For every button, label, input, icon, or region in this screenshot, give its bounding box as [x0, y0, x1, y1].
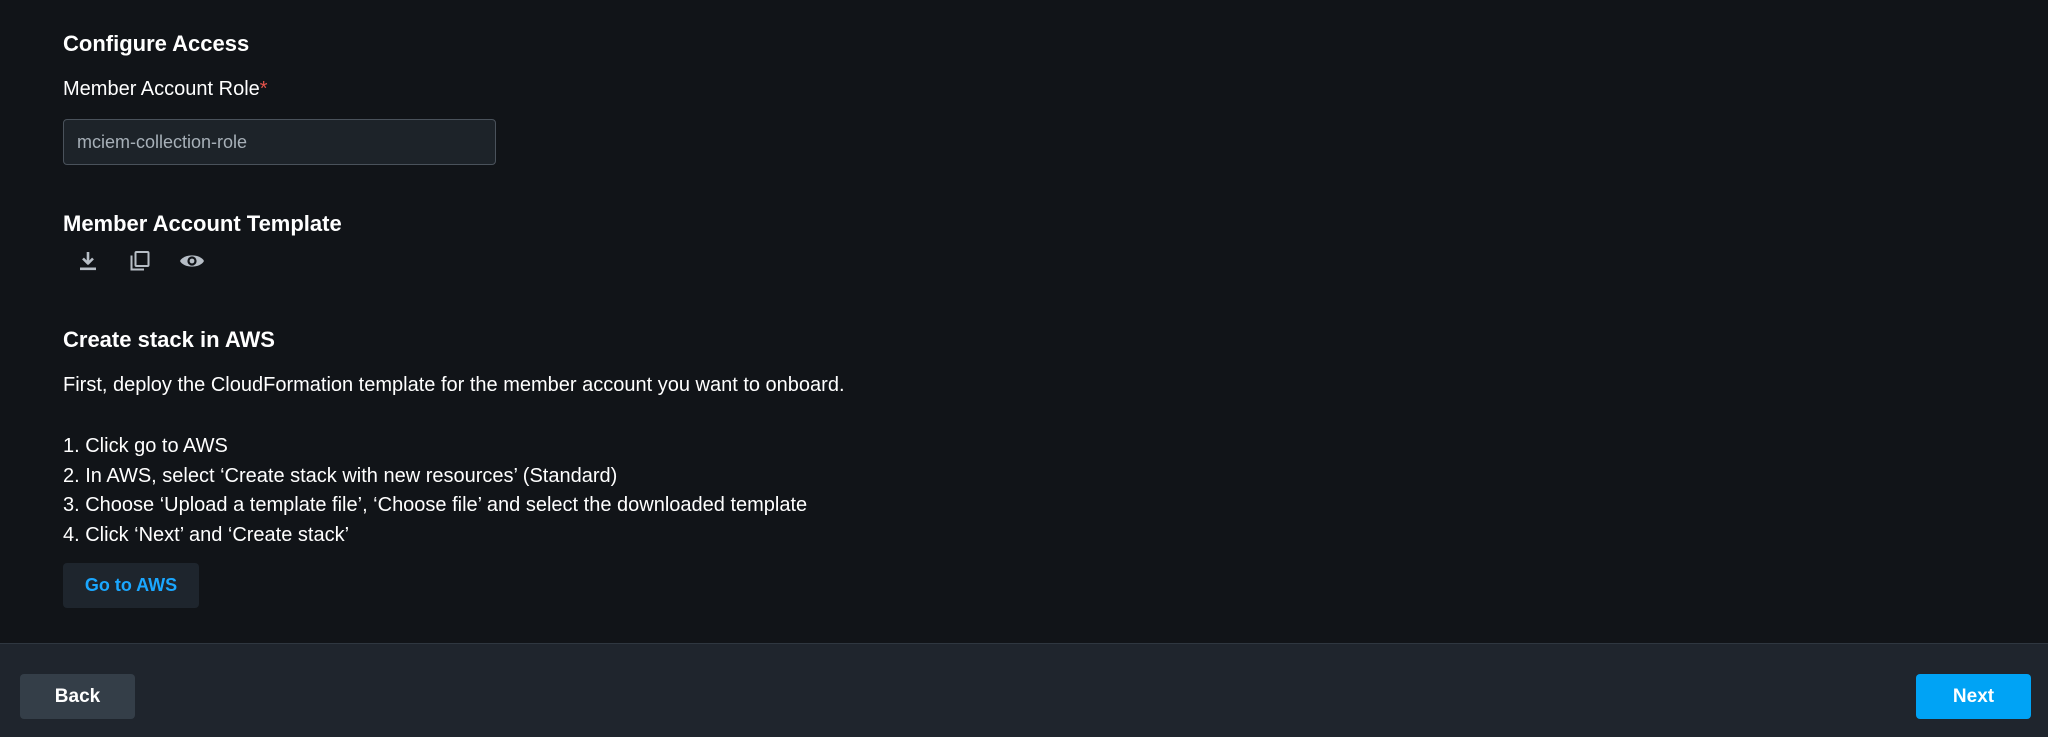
step-item: 3. Choose ‘Upload a template file’, ‘Cho… [63, 494, 808, 516]
create-stack-intro: First, deploy the CloudFormation templat… [63, 374, 845, 396]
copy-icon[interactable] [124, 246, 156, 276]
footer-bar: Back Next [0, 643, 2048, 737]
configure-access-title: Configure Access [63, 31, 250, 56]
go-to-aws-button[interactable]: Go to AWS [63, 563, 199, 608]
step-item: 4. Click ‘Next’ and ‘Create stack’ [63, 523, 350, 546]
step-item: 1. Click go to AWS [63, 435, 228, 457]
required-marker: * [259, 78, 268, 100]
member-account-role-label-text: Member Account Role [63, 78, 260, 100]
download-icon[interactable] [72, 246, 104, 276]
template-actions [72, 246, 208, 276]
member-account-role-input[interactable] [63, 119, 496, 165]
main-content: Configure Access Member Account Role* Me… [0, 0, 2048, 643]
member-account-role-label: Member Account Role* [63, 78, 268, 101]
create-stack-steps: 1. Click go to AWS 2. In AWS, select ‘Cr… [63, 432, 807, 550]
step-item: 2. In AWS, select ‘Create stack with new… [63, 464, 618, 487]
back-button[interactable]: Back [20, 674, 135, 719]
member-account-template-title: Member Account Template [63, 211, 342, 236]
next-button[interactable]: Next [1916, 674, 2031, 719]
create-stack-title: Create stack in AWS [63, 327, 275, 352]
eye-icon[interactable] [176, 246, 208, 276]
